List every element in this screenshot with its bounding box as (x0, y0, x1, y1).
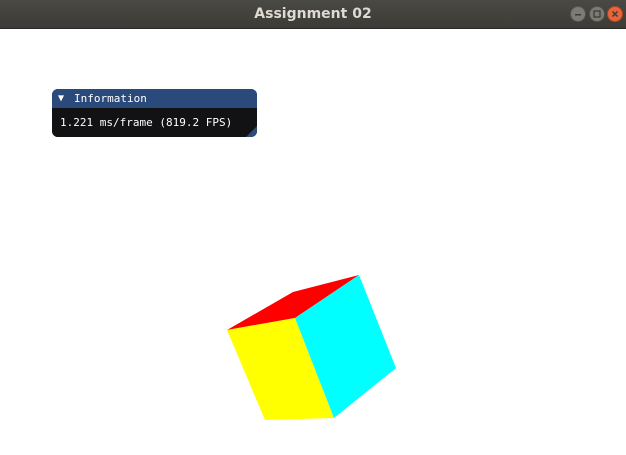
rendered-cube (227, 275, 396, 420)
application-window: Assignment 02 ▼ Information 1.221 ms/fra… (0, 0, 626, 455)
